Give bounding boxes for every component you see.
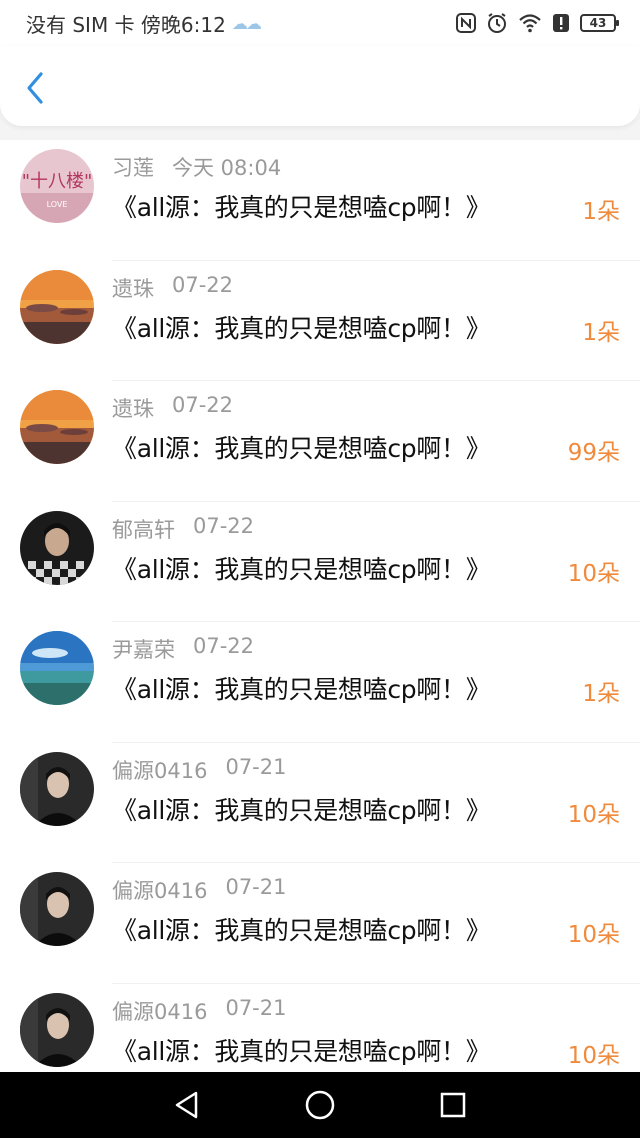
avatar[interactable] xyxy=(20,269,94,344)
sender-name: 遗珠 xyxy=(112,276,154,301)
flower-amount: 10朵 xyxy=(567,1042,620,1069)
sender-name: 习莲 xyxy=(112,156,154,180)
sent-time: 07-22 xyxy=(172,393,234,417)
item-meta: 偏源0416 07-21 xyxy=(112,875,286,905)
sender-name: 尹嘉荣 xyxy=(112,638,175,662)
avatar[interactable] xyxy=(20,510,94,585)
svg-text:LOVE: LOVE xyxy=(47,200,68,209)
nav-home-button[interactable] xyxy=(298,1083,342,1127)
status-left: 没有 SIM 卡 傍晚6:12 ☁☁ xyxy=(26,9,262,38)
work-title: 《all源：我真的只是想嗑cp啊！》 xyxy=(112,193,491,222)
sender-name: 郁高轩 xyxy=(112,517,175,542)
work-title: 《all源：我真的只是想嗑cp啊！》 xyxy=(112,313,491,343)
gift-record-list: "十八楼" LOVE 习莲 今天 08:04 《all源：我真的只是想嗑cp啊！… xyxy=(0,140,640,1072)
work-title: 《all源：我真的只是想嗑cp啊！》 xyxy=(112,795,491,825)
item-meta: 遗珠 07-22 xyxy=(112,393,233,423)
avatar[interactable] xyxy=(20,751,94,826)
carrier-time: 没有 SIM 卡 傍晚6:12 xyxy=(26,12,226,37)
sender-name: 遗珠 xyxy=(112,397,154,421)
work-title: 《all源：我真的只是想嗑cp啊！》 xyxy=(112,675,491,704)
list-item[interactable]: "十八楼" LOVE 习莲 今天 08:04 《all源：我真的只是想嗑cp啊！… xyxy=(0,140,640,261)
nfc-icon xyxy=(456,13,476,33)
item-meta: 偏源0416 07-21 xyxy=(112,996,286,1026)
flower-amount: 1朵 xyxy=(582,199,620,225)
list-item[interactable]: 偏源0416 07-21 《all源：我真的只是想嗑cp啊！》 10朵 xyxy=(0,863,640,984)
sent-time: 07-21 xyxy=(225,875,287,899)
weather-icon: ☁☁ xyxy=(231,13,262,33)
nav-recents-button[interactable] xyxy=(431,1083,475,1127)
circle-home-icon xyxy=(305,1090,335,1120)
sent-time: 07-22 xyxy=(172,272,234,297)
item-meta: 尹嘉荣 07-22 xyxy=(112,634,254,664)
status-right: 43 xyxy=(456,12,619,34)
battery-indicator: 43 xyxy=(580,14,619,32)
sent-time: 07-21 xyxy=(225,754,287,779)
back-button[interactable] xyxy=(18,68,52,108)
list-item[interactable]: 偏源0416 07-21 《all源：我真的只是想嗑cp啊！》 10朵 xyxy=(0,743,640,864)
work-title: 《all源：我真的只是想嗑cp啊！》 xyxy=(112,434,491,463)
avatar[interactable]: "十八楼" LOVE xyxy=(20,149,94,223)
sender-name: 偏源0416 xyxy=(112,758,208,783)
work-title: 《all源：我真的只是想嗑cp啊！》 xyxy=(112,916,491,945)
sender-name: 偏源0416 xyxy=(112,879,208,903)
status-bar: 没有 SIM 卡 傍晚6:12 ☁☁ 43 xyxy=(0,0,640,46)
list-item[interactable]: 遗珠 07-22 《all源：我真的只是想嗑cp啊！》 99朵 xyxy=(0,381,640,502)
item-meta: 郁高轩 07-22 xyxy=(112,514,254,544)
sent-time: 07-22 xyxy=(193,513,255,538)
flower-amount: 10朵 xyxy=(567,922,620,948)
sent-time: 07-22 xyxy=(193,634,255,658)
sent-time: 07-21 xyxy=(225,995,287,1020)
list-item[interactable]: 尹嘉荣 07-22 《all源：我真的只是想嗑cp啊！》 1朵 xyxy=(0,622,640,743)
avatar[interactable] xyxy=(20,631,94,705)
item-meta: 遗珠 07-22 xyxy=(112,273,233,303)
flower-amount: 99朵 xyxy=(567,440,620,466)
flower-amount: 1朵 xyxy=(582,681,620,707)
item-meta: 偏源0416 07-21 xyxy=(112,755,286,785)
sender-name: 偏源0416 xyxy=(112,999,208,1024)
flower-amount: 1朵 xyxy=(582,319,620,346)
alarm-icon xyxy=(486,12,508,34)
list-item[interactable]: 偏源0416 07-21 《all源：我真的只是想嗑cp啊！》 10朵 xyxy=(0,984,640,1073)
wifi-icon xyxy=(518,13,542,33)
svg-text:"十八楼": "十八楼" xyxy=(22,171,93,192)
avatar[interactable] xyxy=(20,872,94,946)
item-meta: 习莲 今天 08:04 xyxy=(112,152,281,182)
avatar[interactable] xyxy=(20,992,94,1067)
list-item[interactable]: 郁高轩 07-22 《all源：我真的只是想嗑cp啊！》 10朵 xyxy=(0,502,640,623)
sent-time: 今天 08:04 xyxy=(172,156,282,180)
triangle-back-icon xyxy=(175,1091,197,1119)
avatar[interactable] xyxy=(20,390,94,464)
work-title: 《all源：我真的只是想嗑cp啊！》 xyxy=(112,1036,491,1066)
work-title: 《all源：我真的只是想嗑cp啊！》 xyxy=(112,554,491,584)
flower-amount: 10朵 xyxy=(567,801,620,828)
top-header xyxy=(0,46,640,126)
square-recents-icon xyxy=(441,1092,466,1118)
flower-amount: 10朵 xyxy=(567,560,620,587)
chevron-left-icon xyxy=(27,72,43,104)
alert-icon xyxy=(552,13,570,33)
nav-back-button[interactable] xyxy=(165,1083,209,1127)
system-navbar xyxy=(0,1072,640,1138)
list-item[interactable]: 遗珠 07-22 《all源：我真的只是想嗑cp啊！》 1朵 xyxy=(0,261,640,382)
screen: 没有 SIM 卡 傍晚6:12 ☁☁ 43 "十八楼" LOVE 习莲 今天 0… xyxy=(0,0,640,1138)
